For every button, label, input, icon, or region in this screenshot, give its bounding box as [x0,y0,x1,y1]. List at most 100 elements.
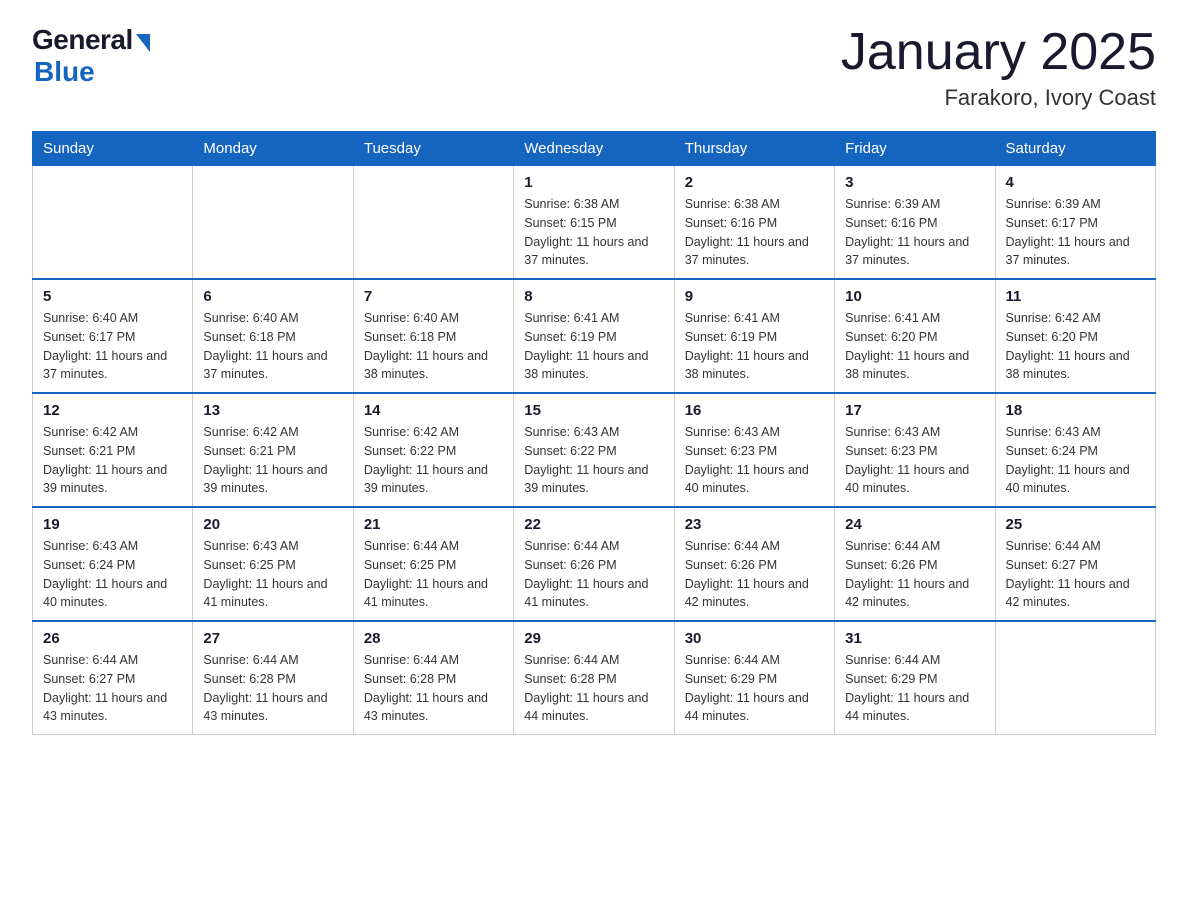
week-row-5: 26 Sunrise: 6:44 AMSunset: 6:27 PMDayligh… [33,621,1156,735]
calendar-cell: 14 Sunrise: 6:42 AMSunset: 6:22 PMDayligh… [353,393,513,507]
day-info: Sunrise: 6:44 AMSunset: 6:25 PMDaylight:… [364,537,503,612]
day-info: Sunrise: 6:43 AMSunset: 6:22 PMDaylight:… [524,423,663,498]
day-number: 11 [1006,288,1145,305]
month-title: January 2025 [841,24,1156,81]
day-info: Sunrise: 6:42 AMSunset: 6:21 PMDaylight:… [203,423,342,498]
day-number: 25 [1006,516,1145,533]
logo-general-text: General [32,24,133,56]
day-info: Sunrise: 6:44 AMSunset: 6:27 PMDaylight:… [1006,537,1145,612]
calendar-cell: 16 Sunrise: 6:43 AMSunset: 6:23 PMDayligh… [674,393,834,507]
day-info: Sunrise: 6:43 AMSunset: 6:24 PMDaylight:… [43,537,182,612]
calendar-cell: 15 Sunrise: 6:43 AMSunset: 6:22 PMDayligh… [514,393,674,507]
day-info: Sunrise: 6:41 AMSunset: 6:19 PMDaylight:… [685,309,824,384]
day-number: 30 [685,630,824,647]
page-header: General Blue January 2025 Farakoro, Ivor… [32,24,1156,111]
header-day-thursday: Thursday [674,132,834,166]
day-number: 28 [364,630,503,647]
day-info: Sunrise: 6:44 AMSunset: 6:29 PMDaylight:… [685,651,824,726]
calendar-cell: 21 Sunrise: 6:44 AMSunset: 6:25 PMDayligh… [353,507,513,621]
day-number: 13 [203,402,342,419]
day-info: Sunrise: 6:44 AMSunset: 6:26 PMDaylight:… [524,537,663,612]
day-number: 22 [524,516,663,533]
calendar-cell: 25 Sunrise: 6:44 AMSunset: 6:27 PMDayligh… [995,507,1155,621]
header-day-tuesday: Tuesday [353,132,513,166]
title-area: January 2025 Farakoro, Ivory Coast [841,24,1156,111]
day-info: Sunrise: 6:42 AMSunset: 6:22 PMDaylight:… [364,423,503,498]
week-row-2: 5 Sunrise: 6:40 AMSunset: 6:17 PMDaylight… [33,279,1156,393]
day-info: Sunrise: 6:44 AMSunset: 6:27 PMDaylight:… [43,651,182,726]
day-number: 12 [43,402,182,419]
calendar-cell: 9 Sunrise: 6:41 AMSunset: 6:19 PMDaylight… [674,279,834,393]
header-day-monday: Monday [193,132,353,166]
calendar-cell: 18 Sunrise: 6:43 AMSunset: 6:24 PMDayligh… [995,393,1155,507]
calendar-cell: 11 Sunrise: 6:42 AMSunset: 6:20 PMDayligh… [995,279,1155,393]
day-info: Sunrise: 6:42 AMSunset: 6:20 PMDaylight:… [1006,309,1145,384]
day-number: 5 [43,288,182,305]
calendar-cell: 31Sunrise: 6:44 AMSunset: 6:29 PMDayligh… [835,621,995,735]
logo-arrow-icon [136,34,150,52]
day-number: 15 [524,402,663,419]
calendar-cell: 26 Sunrise: 6:44 AMSunset: 6:27 PMDayligh… [33,621,193,735]
day-number: 14 [364,402,503,419]
day-info: Sunrise: 6:39 AMSunset: 6:17 PMDaylight:… [1006,195,1145,270]
day-info: Sunrise: 6:38 AMSunset: 6:15 PMDaylight:… [524,195,663,270]
calendar-cell: 20 Sunrise: 6:43 AMSunset: 6:25 PMDayligh… [193,507,353,621]
calendar-cell: 19Sunrise: 6:43 AMSunset: 6:24 PMDayligh… [33,507,193,621]
logo: General Blue [32,24,150,88]
day-info: Sunrise: 6:43 AMSunset: 6:23 PMDaylight:… [845,423,984,498]
day-number: 6 [203,288,342,305]
header-day-sunday: Sunday [33,132,193,166]
day-info: Sunrise: 6:40 AMSunset: 6:18 PMDaylight:… [203,309,342,384]
calendar-cell: 12 Sunrise: 6:42 AMSunset: 6:21 PMDayligh… [33,393,193,507]
calendar-cell: 27Sunrise: 6:44 AMSunset: 6:28 PMDayligh… [193,621,353,735]
day-number: 16 [685,402,824,419]
calendar-cell: 28 Sunrise: 6:44 AMSunset: 6:28 PMDayligh… [353,621,513,735]
calendar-cell: 24 Sunrise: 6:44 AMSunset: 6:26 PMDayligh… [835,507,995,621]
day-info: Sunrise: 6:40 AMSunset: 6:17 PMDaylight:… [43,309,182,384]
calendar-cell: 1 Sunrise: 6:38 AMSunset: 6:15 PMDaylight… [514,166,674,280]
day-info: Sunrise: 6:43 AMSunset: 6:23 PMDaylight:… [685,423,824,498]
day-number: 23 [685,516,824,533]
calendar-cell [193,166,353,280]
day-info: Sunrise: 6:44 AMSunset: 6:26 PMDaylight:… [845,537,984,612]
calendar-cell [33,166,193,280]
header-day-friday: Friday [835,132,995,166]
day-info: Sunrise: 6:38 AMSunset: 6:16 PMDaylight:… [685,195,824,270]
day-info: Sunrise: 6:44 AMSunset: 6:28 PMDaylight:… [364,651,503,726]
day-number: 31 [845,630,984,647]
logo-blue-text: Blue [34,56,95,88]
week-row-1: 1 Sunrise: 6:38 AMSunset: 6:15 PMDaylight… [33,166,1156,280]
day-info: Sunrise: 6:39 AMSunset: 6:16 PMDaylight:… [845,195,984,270]
day-info: Sunrise: 6:42 AMSunset: 6:21 PMDaylight:… [43,423,182,498]
calendar-header: SundayMondayTuesdayWednesdayThursdayFrid… [33,132,1156,166]
calendar-cell: 8 Sunrise: 6:41 AMSunset: 6:19 PMDaylight… [514,279,674,393]
calendar-cell: 3 Sunrise: 6:39 AMSunset: 6:16 PMDaylight… [835,166,995,280]
day-number: 20 [203,516,342,533]
calendar-cell: 6 Sunrise: 6:40 AMSunset: 6:18 PMDaylight… [193,279,353,393]
day-number: 2 [685,174,824,191]
calendar-cell: 5 Sunrise: 6:40 AMSunset: 6:17 PMDaylight… [33,279,193,393]
day-number: 21 [364,516,503,533]
day-number: 26 [43,630,182,647]
calendar-cell: 30 Sunrise: 6:44 AMSunset: 6:29 PMDayligh… [674,621,834,735]
calendar-cell: 10 Sunrise: 6:41 AMSunset: 6:20 PMDayligh… [835,279,995,393]
day-info: Sunrise: 6:41 AMSunset: 6:19 PMDaylight:… [524,309,663,384]
day-info: Sunrise: 6:43 AMSunset: 6:25 PMDaylight:… [203,537,342,612]
day-number: 17 [845,402,984,419]
day-number: 1 [524,174,663,191]
calendar-table: SundayMondayTuesdayWednesdayThursdayFrid… [32,131,1156,735]
day-number: 9 [685,288,824,305]
day-number: 3 [845,174,984,191]
day-info: Sunrise: 6:43 AMSunset: 6:24 PMDaylight:… [1006,423,1145,498]
day-number: 27 [203,630,342,647]
day-info: Sunrise: 6:41 AMSunset: 6:20 PMDaylight:… [845,309,984,384]
calendar-cell: 2 Sunrise: 6:38 AMSunset: 6:16 PMDaylight… [674,166,834,280]
day-number: 18 [1006,402,1145,419]
calendar-cell: 29Sunrise: 6:44 AMSunset: 6:28 PMDayligh… [514,621,674,735]
calendar-cell [995,621,1155,735]
calendar-cell: 23Sunrise: 6:44 AMSunset: 6:26 PMDayligh… [674,507,834,621]
day-number: 8 [524,288,663,305]
calendar-cell: 7Sunrise: 6:40 AMSunset: 6:18 PMDaylight… [353,279,513,393]
day-number: 24 [845,516,984,533]
day-number: 10 [845,288,984,305]
